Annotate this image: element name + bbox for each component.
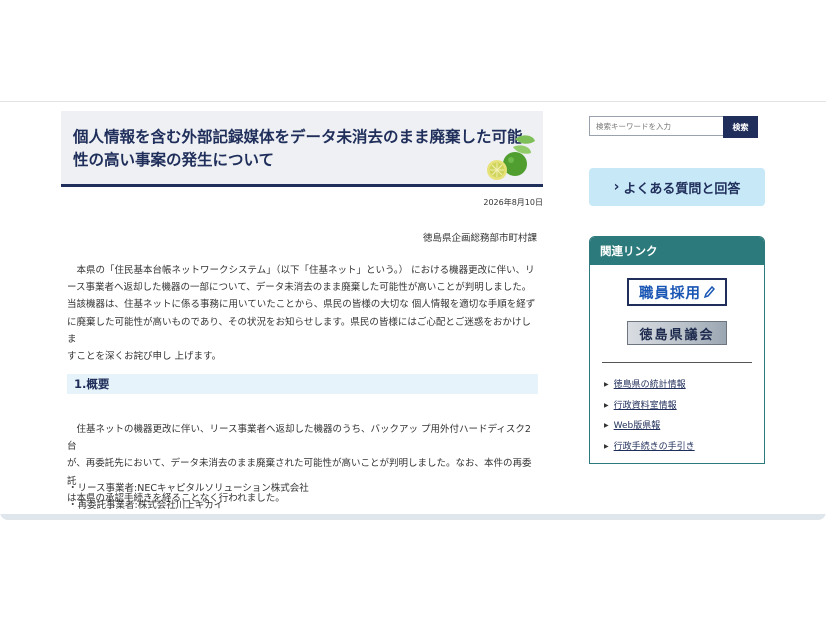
triangle-right-icon: ▶ [604, 401, 609, 409]
intro-paragraph: 本県の「住民基本台帳ネットワークシステム」（以下「住基ネット」という。） におけ… [67, 262, 537, 365]
publish-date: 2026年8月10日 [483, 198, 543, 207]
related-link-list: ▶ 徳島県の統計情報 ▶ 行政資料室情報 ▶ Web版県報 ▶ 行政手続きの手引き [604, 375, 695, 457]
link-label: 行政資料室情報 [613, 400, 677, 411]
bullet-item: ・リース事業者:NECキャピタルソリューション株式会社 [68, 483, 309, 494]
faq-label: よくある質問と回答 [623, 181, 741, 197]
overview-line: 住基ネットの機器更改に伴い、リース事業者へ返却した機器のうち、バックアッ プ用外… [67, 424, 531, 453]
related-links-title: 関連リンク [590, 237, 764, 265]
link-item-archives[interactable]: ▶ 行政資料室情報 [604, 396, 695, 417]
links-divider [602, 362, 752, 363]
triangle-right-icon: ▶ [604, 442, 609, 450]
intro-line: 本県の「住民基本台帳ネットワークシステム」（以下「住基ネット」という。） におけ… [67, 265, 535, 276]
sudachi-icon [487, 135, 535, 180]
link-label: 徳島県の統計情報 [613, 380, 686, 390]
recruit-banner-text: 職員採用 [639, 285, 701, 302]
link-item-procedures[interactable]: ▶ 行政手続きの手引き [604, 437, 695, 458]
intro-line: すことを深くお詫び申し 上げます。 [67, 351, 222, 363]
title-box: 個人情報を含む外部記録媒体をデータ未消去のまま廃棄した可能性の高い事案の発生につ… [61, 111, 543, 187]
bullet-item: ・再委託事業者:株式会社川上キカイ [68, 500, 224, 511]
search-button[interactable]: 検索 [723, 116, 758, 138]
link-item-statistics[interactable]: ▶ 徳島県の統計情報 [604, 375, 695, 396]
browser-viewport: 個人情報を含む外部記録媒体をデータ未消去のまま廃棄した可能性の高い事案の発生につ… [0, 0, 826, 520]
search-input[interactable] [589, 116, 723, 136]
link-label: 行政手続きの手引き [613, 441, 695, 452]
intro-line: ース事業者へ返却した機器の一部について、データ未消去のまま廃棄した可能性が高いこ… [67, 282, 532, 294]
link-label: Web版県報 [613, 421, 661, 431]
faq-button[interactable]: › よくある質問と回答 [589, 168, 765, 206]
header-divider [0, 101, 826, 102]
link-item-gazette[interactable]: ▶ Web版県報 [604, 416, 695, 437]
related-links-panel: 関連リンク 職員採用 徳島県議会 ▶ 徳島県の統計情報 ▶ 行政資料室情報 ▶ Web… [589, 236, 765, 464]
triangle-right-icon: ▶ [604, 422, 609, 429]
overview-bullets: ・リース事業者:NECキャピタルソリューション株式会社 ・再委託事業者:株式会社… [68, 480, 309, 514]
intro-line: 当該機器は、住基ネットに係る事務に用いていたことから、県民の皆様の大切な 個人情… [67, 299, 536, 311]
section-heading-overview: 1.概要 [67, 374, 538, 394]
page-title: 個人情報を含む外部記録媒体をデータ未消去のまま廃棄した可能性の高い事案の発生につ… [73, 128, 523, 169]
chevron-right-icon: › [613, 179, 620, 195]
pencil-icon [703, 285, 715, 299]
recruit-banner[interactable]: 職員採用 [627, 278, 727, 306]
triangle-right-icon: ▶ [604, 381, 609, 388]
main-content: 個人情報を含む外部記録媒体をデータ未消去のまま廃棄した可能性の高い事案の発生につ… [61, 111, 543, 511]
department: 徳島県企画総務部市町村課 [422, 233, 537, 244]
intro-line: に廃棄した可能性が高いものであり、その状況をお知らせします。県民の皆様にはご心配… [67, 316, 531, 345]
search-form: 検索 [589, 116, 758, 138]
assembly-banner[interactable]: 徳島県議会 [627, 321, 727, 345]
